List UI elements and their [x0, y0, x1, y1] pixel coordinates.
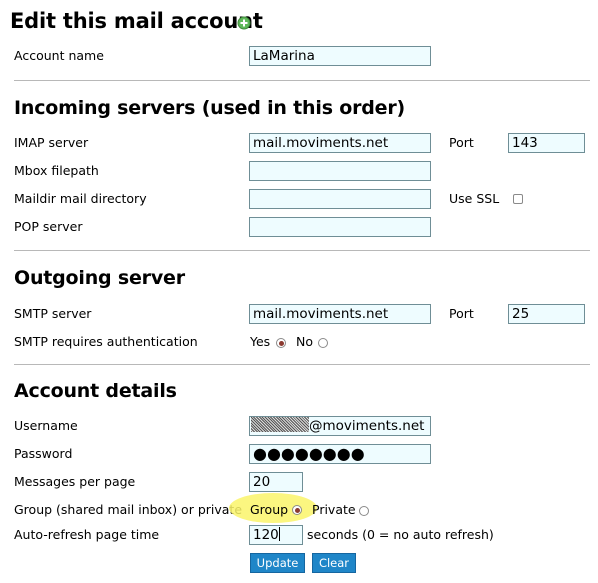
outgoing-server-heading: Outgoing server	[14, 267, 185, 289]
smtp-server-input[interactable]: mail.moviments.net	[249, 304, 431, 324]
imap-server-input[interactable]: mail.moviments.net	[249, 133, 431, 153]
account-details-heading: Account details	[14, 380, 177, 402]
private-radio[interactable]	[359, 506, 369, 516]
divider	[14, 364, 590, 365]
clear-button[interactable]: Clear	[312, 553, 356, 573]
smtp-auth-yes-radio[interactable]	[276, 338, 286, 348]
mbox-filepath-label: Mbox filepath	[14, 163, 99, 178]
maildir-directory-input[interactable]	[249, 189, 431, 209]
divider	[14, 250, 590, 251]
auto-refresh-hint: seconds (0 = no auto refresh)	[307, 527, 494, 542]
smtp-auth-yes-label: Yes	[250, 334, 271, 349]
redacted-username	[251, 417, 309, 432]
smtp-port-input[interactable]: 25	[508, 304, 585, 324]
username-domain: @moviments.net	[309, 418, 425, 434]
auto-refresh-input[interactable]: 120	[249, 525, 303, 545]
group-radio[interactable]	[292, 505, 302, 515]
smtp-auth-no-radio[interactable]	[318, 338, 328, 348]
use-ssl-label: Use SSL	[449, 191, 500, 206]
update-button[interactable]: Update	[250, 553, 305, 573]
auto-refresh-value: 120	[253, 527, 279, 543]
mbox-filepath-input[interactable]	[249, 161, 431, 181]
incoming-servers-heading: Incoming servers (used in this order)	[14, 97, 405, 119]
smtp-auth-no-label: No	[296, 334, 313, 349]
auto-refresh-label: Auto-refresh page time	[14, 527, 160, 542]
account-name-input[interactable]: LaMarina	[249, 46, 431, 66]
use-ssl-checkbox[interactable]	[513, 194, 523, 204]
group-private-label: Group (shared mail inbox) or private	[14, 502, 243, 517]
imap-port-input[interactable]: 143	[508, 133, 585, 153]
imap-server-label: IMAP server	[14, 135, 89, 150]
username-label: Username	[14, 418, 78, 433]
maildir-directory-label: Maildir mail directory	[14, 191, 147, 206]
pop-server-input[interactable]	[249, 217, 431, 237]
imap-port-label: Port	[449, 135, 474, 150]
smtp-server-label: SMTP server	[14, 306, 92, 321]
page-title-text: Edit this mail account	[10, 9, 263, 33]
add-icon[interactable]	[237, 16, 251, 30]
messages-per-page-input[interactable]: 20	[249, 472, 303, 492]
text-cursor	[278, 527, 280, 541]
username-input[interactable]: @moviments.net	[249, 416, 431, 436]
password-label: Password	[14, 446, 73, 461]
pop-server-label: POP server	[14, 219, 83, 234]
smtp-auth-label: SMTP requires authentication	[14, 334, 198, 349]
password-input[interactable]: ●●●●●●●●	[249, 444, 431, 464]
page-title: Edit this mail account	[10, 9, 263, 33]
private-option-label: Private	[312, 502, 356, 517]
divider	[14, 80, 590, 81]
account-name-label: Account name	[14, 48, 104, 63]
smtp-port-label: Port	[449, 306, 474, 321]
messages-per-page-label: Messages per page	[14, 474, 136, 489]
group-option-label: Group	[250, 502, 289, 517]
